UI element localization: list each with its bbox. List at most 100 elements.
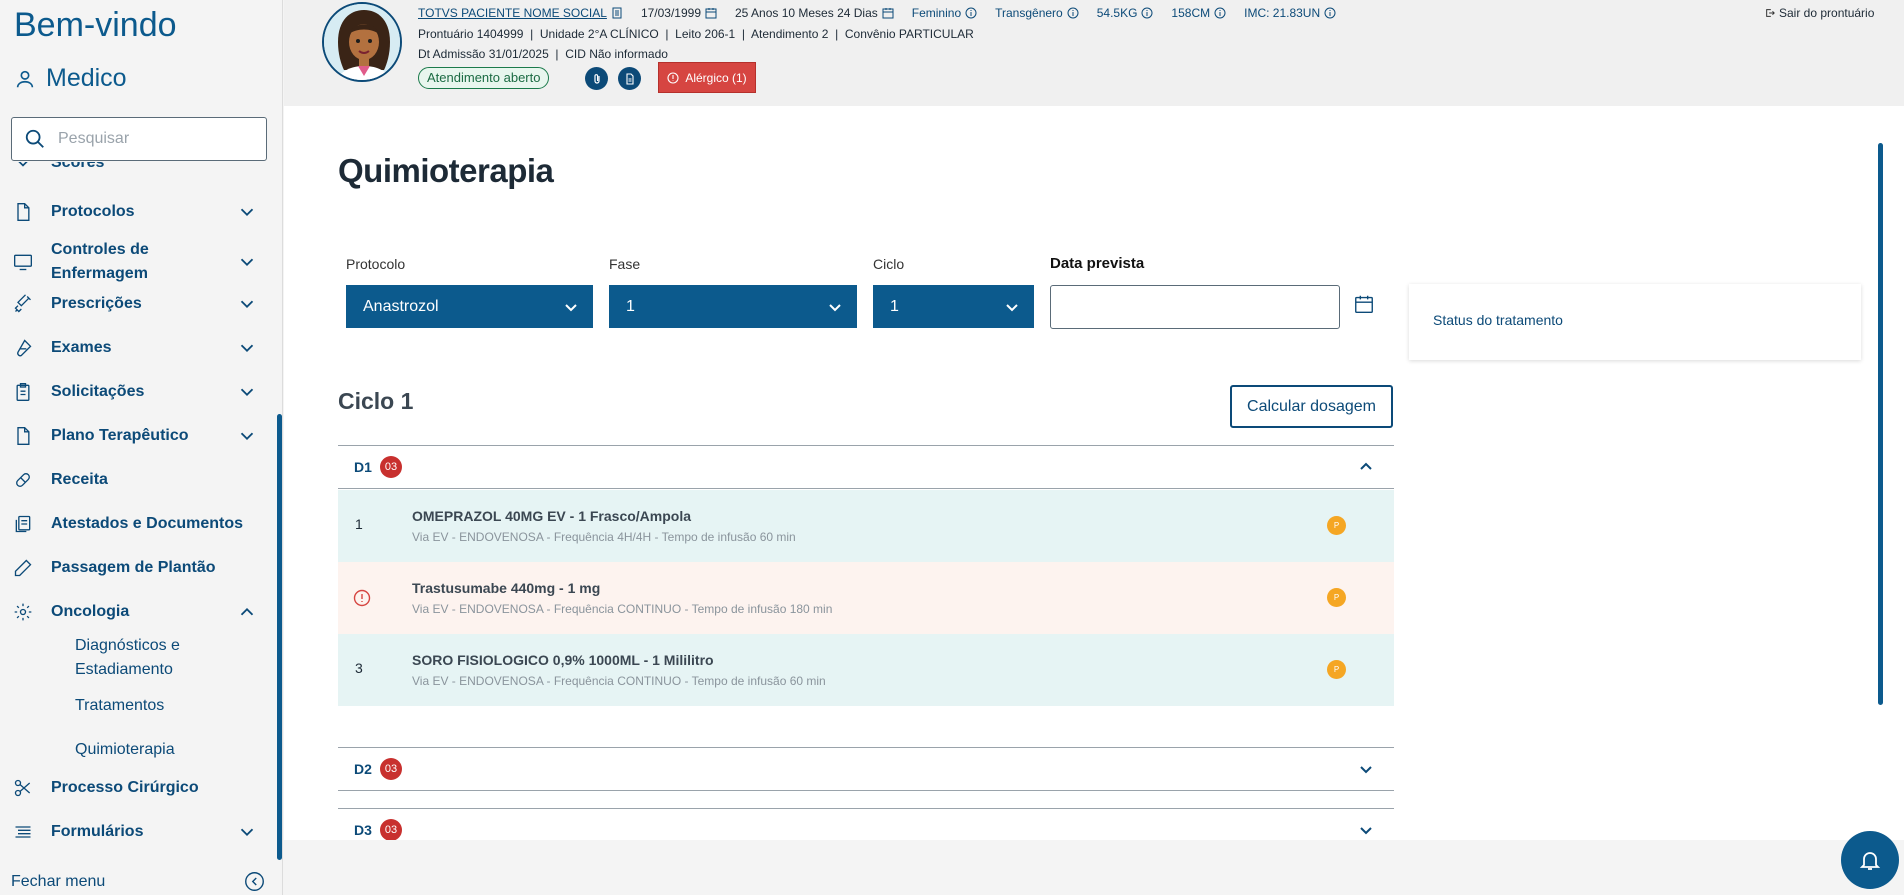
sidebar-subitem-diagnosticos[interactable]: Diagnósticos e Estadiamento [75,634,225,682]
chevron-down-icon [565,304,577,312]
sidebar-item-exames[interactable]: Exames [0,334,276,362]
count-badge: 03 [380,819,402,840]
protocol-select[interactable]: Anastrozol [346,285,593,328]
chevron-down-icon [240,300,254,309]
paperclip-icon [593,73,600,84]
sidebar-subitem-tratamentos[interactable]: Tratamentos [75,694,164,718]
user-name: Medico [46,64,127,92]
chevron-down-icon [1360,766,1372,774]
info-icon[interactable] [1141,7,1153,19]
sidebar-item-prescricoes[interactable]: Prescrições [0,290,276,318]
sidebar-scrollbar[interactable] [277,414,282,860]
chevron-down-icon [240,828,254,837]
notifications-button[interactable] [1841,831,1899,889]
allergy-label: Alérgico (1) [685,70,747,85]
sidebar-item-formularios[interactable]: Formulários [0,818,276,846]
exit-record-link[interactable]: Sair do prontuário [1765,6,1874,20]
sidebar-item-oncologia[interactable]: Oncologia [0,598,276,626]
sidebar-item-label: Controles de Enfermagem [51,241,149,282]
sidebar-item-label: Oncologia [51,603,130,620]
patient-details: Prontuário 1404999 | Unidade 2°A CLÍNICO… [418,27,974,41]
date-label: Data prevista [1050,255,1145,272]
sidebar-item-label: Exames [51,339,112,356]
search-input[interactable] [58,130,248,148]
patient-info-line: TOTVS PACIENTE NOME SOCIAL 17/03/1999 25… [418,6,1340,20]
status-badge: P [1327,516,1346,535]
main-scrollbar[interactable] [1878,143,1883,705]
warning-icon [353,589,371,607]
user-profile[interactable]: Medico [14,64,127,93]
sidebar-item-label: Solicitações [51,383,145,400]
chevron-down-icon [240,208,254,217]
pencil-icon [12,557,34,579]
calendar-icon [705,8,717,19]
document-button[interactable] [618,67,641,90]
sidebar-item-solicitacoes[interactable]: Solicitações [0,378,276,406]
sidebar-item-passagem-plantao[interactable]: Passagem de Plantão [0,554,276,582]
test-tube-icon [12,337,34,359]
chevron-down-icon [1006,304,1018,312]
sidebar-item-plano-terapeutico[interactable]: Plano Terapêutico [0,422,276,450]
sidebar-item-label: Protocolos [51,203,135,220]
drug-number: 1 [355,516,363,532]
sidebar-item-receita[interactable]: Receita [0,466,276,494]
sidebar-item-processo-cirurgico[interactable]: Processo Cirúrgico [0,774,276,802]
sidebar-item-controles-enfermagem[interactable]: Controles de Enfermagem [0,234,276,290]
day-accordion-d1[interactable]: D1 03 [338,445,1394,489]
calculate-dosage-button[interactable]: Calcular dosagem [1230,385,1393,428]
day-accordion-d2[interactable]: D2 03 [338,747,1394,791]
sidebar-item-atestados-documentos[interactable]: Atestados e Documentos [0,510,276,538]
drug-name: SORO FISIOLOGICO 0,9% 1000ML - 1 Mililit… [412,652,714,668]
calendar-icon[interactable] [1353,293,1375,315]
drug-row[interactable]: 3 SORO FISIOLOGICO 0,9% 1000ML - 1 Milil… [338,634,1394,706]
exit-label: Sair do prontuário [1779,6,1875,20]
phase-select[interactable]: 1 [609,285,857,328]
sidebar-item-label: Scores [51,162,105,171]
sidebar-item-label: Prescrições [51,295,142,312]
attachment-button[interactable] [585,67,608,90]
cycle-value: 1 [890,297,899,315]
copy-icon[interactable] [611,7,623,19]
chevron-down-icon [240,388,254,397]
collapse-left-icon[interactable] [244,871,265,892]
sidebar-item-protocolos[interactable]: Protocolos [0,198,276,226]
exit-icon [1766,9,1775,17]
calendar-icon [882,8,894,19]
chevron-down-icon [240,258,254,267]
drug-number: 3 [355,660,363,676]
syringe-icon [12,293,34,315]
sidebar-item-label: Plano Terapêutico [51,427,189,444]
drug-row[interactable]: 1 OMEPRAZOL 40MG EV - 1 Frasco/Ampola Vi… [338,490,1394,562]
info-icon[interactable] [1214,7,1226,19]
close-menu-link[interactable]: Fechar menu [11,873,105,891]
day-accordion-d3[interactable]: D3 03 [338,808,1394,840]
info-icon[interactable] [1067,7,1079,19]
documents-icon [12,513,34,535]
search-box[interactable] [11,117,267,161]
sidebar-item-scores[interactable]: Scores [0,162,276,178]
date-input[interactable] [1050,285,1340,329]
drug-name: OMEPRAZOL 40MG EV - 1 Frasco/Ampola [412,508,692,524]
cycle-select[interactable]: 1 [873,285,1034,328]
sidebar-subitem-quimioterapia[interactable]: Quimioterapia [75,738,175,762]
cycle-label: Ciclo [873,256,905,272]
chevron-down-icon [240,432,254,441]
info-icon[interactable] [965,7,977,19]
sidebar-item-label: Atestados e Documentos [51,515,244,532]
scissors-icon [12,777,34,799]
status-badge: P [1327,588,1346,607]
info-icon[interactable] [1324,7,1336,19]
sidebar: Bem-vindo Medico Scores Protocolos Contr… [0,0,283,895]
allergy-button[interactable]: Alérgico (1) [658,62,756,93]
gear-icon [12,601,34,623]
treatment-status-label: Status do tratamento [1433,312,1563,328]
user-icon [16,70,34,87]
bell-icon [1859,852,1881,870]
drug-name: Trastusumabe 440mg - 1 mg [412,580,601,596]
day-accordion-d3-clip: D3 03 [338,808,1394,840]
clipboard-icon [12,381,34,403]
patient-name[interactable]: TOTVS PACIENTE NOME SOCIAL [418,6,607,20]
day-label: D2 [354,761,372,777]
chevron-up-icon [1360,462,1372,470]
drug-row[interactable]: Trastusumabe 440mg - 1 mg Via EV - ENDOV… [338,562,1394,634]
